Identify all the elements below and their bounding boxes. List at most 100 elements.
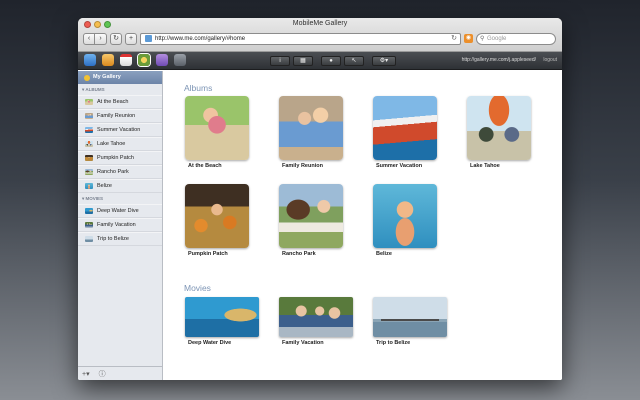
album-thumbnail-icon: [85, 113, 93, 119]
sidebar-item-deep-water-dive[interactable]: Deep Water Dive: [78, 204, 162, 218]
browser-toolbar: ‹ › ↻ + http://www.me.com/gallery/#home …: [83, 31, 556, 46]
movie-caption: Trip to Belize: [376, 340, 411, 346]
app-switcher: [84, 54, 186, 66]
address-bar-text: http://www.me.com/gallery/#home: [155, 35, 246, 42]
album-tile-belize[interactable]: Belize: [373, 184, 437, 257]
sidebar-item-label: Rancho Park: [97, 169, 129, 175]
sidebar-item-family-reunion[interactable]: Family Reunion: [78, 109, 162, 123]
gallery-app-icon[interactable]: [138, 54, 150, 66]
sidebar-item-label: Belize: [97, 183, 112, 189]
mobileme-toolbar: i ▦ ● ↖ ⚙▾ http://gallery.me.com/j.apple…: [78, 52, 562, 70]
album-caption: Lake Tahoe: [470, 163, 500, 169]
albums-section-title: Albums: [184, 83, 213, 93]
sidebar-item-label: My Gallery: [93, 74, 121, 80]
contacts-app-icon[interactable]: [102, 54, 114, 66]
album-tile-rancho-park[interactable]: Rancho Park: [279, 184, 343, 257]
movie-caption: Deep Water Dive: [188, 340, 232, 346]
album-cover-image[interactable]: [279, 184, 343, 248]
idisk-app-icon[interactable]: [156, 54, 168, 66]
calendar-app-icon[interactable]: [120, 54, 132, 66]
album-cover-image[interactable]: [185, 184, 249, 248]
movie-caption: Family Vacation: [282, 340, 324, 346]
album-caption: Pumpkin Patch: [188, 251, 228, 257]
album-caption: Rancho Park: [282, 251, 316, 257]
movie-thumbnail-icon: [85, 208, 93, 214]
album-tile-family-reunion[interactable]: Family Reunion: [279, 96, 343, 169]
album-thumbnail-icon: [85, 183, 93, 189]
movie-thumbnail-image[interactable]: [279, 297, 353, 337]
sidebar-item-label: Family Vacation: [97, 222, 136, 228]
gallery-tools: i ▦ ● ↖ ⚙▾: [270, 56, 396, 66]
sidebar-item-trip-to-belize[interactable]: Trip to Belize: [78, 232, 162, 246]
gallery-icon: [84, 74, 90, 81]
sidebar-item-label: At the Beach: [97, 99, 129, 105]
sidebar: My Gallery ▾ ALBUMS At the Beach Family …: [78, 71, 163, 380]
sidebar-item-rancho-park[interactable]: Rancho Park: [78, 165, 162, 179]
sidebar-item-label: Deep Water Dive: [97, 208, 139, 214]
sidebar-item-label: Lake Tahoe: [97, 141, 126, 147]
movie-thumbnail-icon: [85, 236, 93, 242]
movie-thumbnail-image[interactable]: [373, 297, 447, 337]
sidebar-section-albums[interactable]: ▾ ALBUMS: [78, 84, 162, 95]
info-icon[interactable]: ⓘ: [99, 369, 106, 379]
view-mode-icon[interactable]: ▦: [293, 56, 313, 66]
sidebar-item-lake-tahoe[interactable]: Lake Tahoe: [78, 137, 162, 151]
album-caption: Summer Vacation: [376, 163, 423, 169]
movie-tile-family-vacation[interactable]: Family Vacation: [279, 297, 353, 346]
refresh-icon[interactable]: ↻: [451, 34, 457, 44]
album-caption: At the Beach: [188, 163, 222, 169]
sidebar-item-label: Summer Vacation: [97, 127, 141, 133]
add-bookmark-button[interactable]: +: [125, 32, 137, 45]
sidebar-item-belize[interactable]: Belize: [78, 179, 162, 193]
album-thumbnail-icon: [85, 155, 93, 161]
info-icon[interactable]: i: [270, 56, 290, 66]
sidebar-item-pumpkin-patch[interactable]: Pumpkin Patch: [78, 151, 162, 165]
sidebar-footer: +▾ ⓘ: [78, 366, 162, 380]
add-album-button[interactable]: +▾: [82, 370, 90, 378]
album-cover-image[interactable]: [373, 184, 437, 248]
sidebar-section-movies[interactable]: ▾ MOVIES: [78, 193, 162, 204]
album-tile-lake-tahoe[interactable]: Lake Tahoe: [467, 96, 531, 169]
site-favicon-icon: [145, 35, 152, 42]
logout-link[interactable]: logout: [543, 57, 557, 63]
account-url[interactable]: http://gallery.me.com/j.appleseed/: [462, 57, 536, 63]
reload-page-button[interactable]: ↻: [110, 32, 122, 45]
sidebar-item-label: Trip to Belize: [97, 236, 129, 242]
album-cover-image[interactable]: [185, 96, 249, 160]
rss-icon[interactable]: ◉: [464, 34, 473, 43]
album-tile-summer-vacation[interactable]: Summer Vacation: [373, 96, 437, 169]
album-cover-image[interactable]: [279, 96, 343, 160]
sidebar-item-summer-vacation[interactable]: Summer Vacation: [78, 123, 162, 137]
history-buttons: ‹ ›: [83, 32, 107, 45]
pointer-icon[interactable]: ↖: [344, 56, 364, 66]
settings-gear-icon[interactable]: ⚙▾: [372, 56, 396, 66]
movies-section-title: Movies: [184, 283, 211, 293]
stop-icon[interactable]: ●: [321, 56, 341, 66]
forward-button[interactable]: ›: [95, 32, 107, 45]
account-app-icon[interactable]: [174, 54, 186, 66]
album-cover-image[interactable]: [467, 96, 531, 160]
title-bar: MobileMe Gallery ‹ › ↻ + http://www.me.c…: [78, 18, 562, 52]
address-bar[interactable]: http://www.me.com/gallery/#home ↻: [140, 32, 461, 45]
search-placeholder: Google: [487, 35, 507, 42]
album-tile-at-the-beach[interactable]: At the Beach: [185, 96, 249, 169]
back-button[interactable]: ‹: [83, 32, 95, 45]
sidebar-item-label: Family Reunion: [97, 113, 136, 119]
search-input[interactable]: ⚲ Google: [476, 32, 556, 45]
album-cover-image[interactable]: [373, 96, 437, 160]
window-title: MobileMe Gallery: [292, 20, 348, 27]
movie-tile-trip-to-belize[interactable]: Trip to Belize: [373, 297, 447, 346]
sidebar-item-at-the-beach[interactable]: At the Beach: [78, 95, 162, 109]
album-thumbnail-icon: [85, 169, 93, 175]
sidebar-item-my-gallery[interactable]: My Gallery: [78, 71, 162, 84]
album-thumbnail-icon: [85, 141, 93, 147]
album-tile-pumpkin-patch[interactable]: Pumpkin Patch: [185, 184, 249, 257]
album-caption: Family Reunion: [282, 163, 323, 169]
sidebar-item-family-vacation[interactable]: Family Vacation: [78, 218, 162, 232]
movie-thumbnail-image[interactable]: [185, 297, 259, 337]
mail-app-icon[interactable]: [84, 54, 96, 66]
album-caption: Belize: [376, 251, 392, 257]
sidebar-item-label: Pumpkin Patch: [97, 155, 134, 161]
movie-tile-deep-water-dive[interactable]: Deep Water Dive: [185, 297, 259, 346]
movie-thumbnail-icon: [85, 222, 93, 228]
